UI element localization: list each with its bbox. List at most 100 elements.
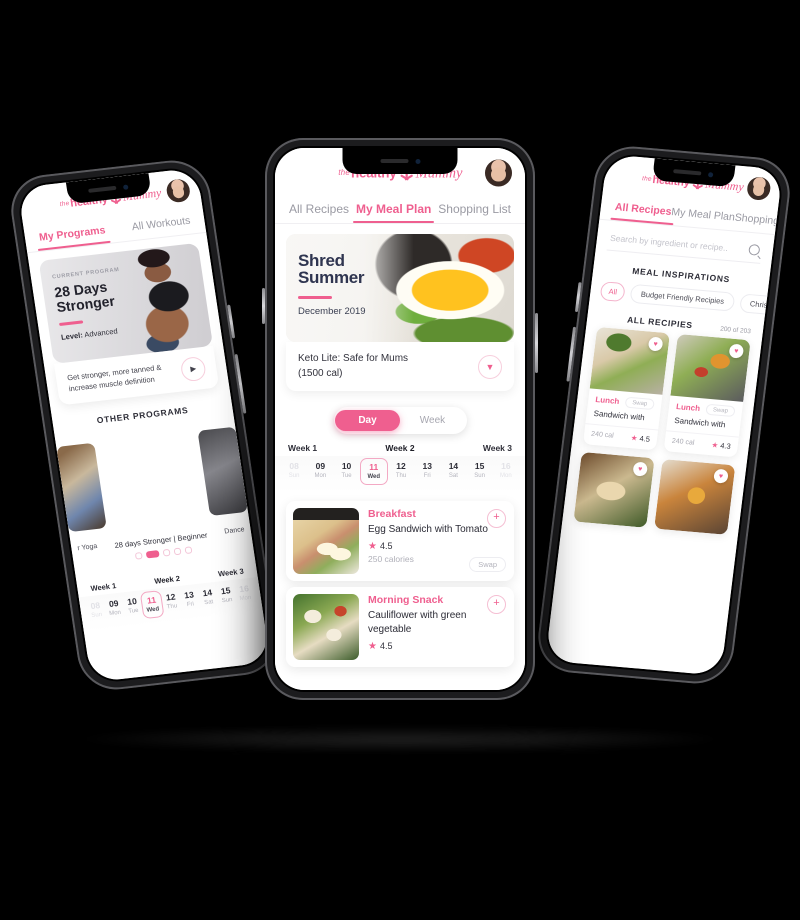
day-cell-selected[interactable]: 11 Wed bbox=[359, 458, 388, 485]
recipe-card[interactable]: ♥ Lunch Swap Sandwich with 240 cal ★ 4.3 bbox=[663, 333, 751, 458]
meal-photo bbox=[293, 507, 359, 574]
search-input[interactable]: Search by ingredient or recipe.. bbox=[610, 232, 729, 252]
tab-shopping-list[interactable]: Shopping List bbox=[438, 198, 511, 223]
day-cell[interactable]: 16 Mon bbox=[234, 580, 256, 608]
day-cell[interactable]: 12 Thu bbox=[388, 458, 414, 485]
current-program-card[interactable]: CURRENT PROGRAM 28 Days Stronger Level: … bbox=[38, 242, 214, 364]
tab-all-recipes[interactable]: All Recipes bbox=[613, 197, 672, 225]
chevron-down-icon[interactable]: ▼ bbox=[478, 354, 502, 379]
carousel-dot[interactable] bbox=[134, 552, 143, 560]
carousel-dot[interactable] bbox=[183, 546, 192, 555]
logo-the: the bbox=[58, 200, 70, 208]
carousel-dot[interactable] bbox=[162, 548, 171, 557]
other-programs-carousel[interactable] bbox=[55, 417, 250, 542]
recipe-rating: ★ 4.3 bbox=[711, 440, 732, 451]
avatar[interactable] bbox=[745, 176, 772, 201]
right-phone-power-button[interactable] bbox=[566, 326, 577, 382]
meal-photo bbox=[293, 593, 359, 660]
program-description: Get stronger, more tanned & increase mus… bbox=[66, 362, 162, 394]
plus-icon[interactable]: + bbox=[487, 508, 506, 528]
heart-icon[interactable]: ♥ bbox=[632, 461, 649, 477]
floor-glow bbox=[60, 726, 740, 752]
program-title: 28 Days Stronger bbox=[53, 278, 116, 314]
star-icon: ★ bbox=[711, 440, 719, 450]
left-phone-bezel: the healthy Mummy My Programs bbox=[15, 165, 273, 685]
program-rule bbox=[58, 320, 84, 326]
tab-my-meal-plan[interactable]: My Meal Plan bbox=[352, 198, 435, 223]
recipe-grid: ♥ Lunch Swap Sandwich with 240 cal ★4.5 bbox=[562, 326, 761, 536]
center-phone-notch bbox=[342, 148, 458, 174]
week-label-1: Week 1 bbox=[288, 443, 318, 453]
speaker-grille-icon bbox=[88, 185, 117, 193]
segment-week[interactable]: Week bbox=[400, 410, 465, 431]
left-phone-volume-button[interactable] bbox=[227, 304, 236, 339]
day-cell[interactable]: 13 Fri bbox=[414, 458, 440, 485]
carousel-dot[interactable] bbox=[173, 547, 182, 556]
right-phone-device: the healthy Mummy All Recipes bbox=[534, 143, 794, 687]
chevron-right-icon[interactable]: ▶ bbox=[179, 355, 207, 383]
recipe-photo: ♥ bbox=[573, 451, 655, 528]
carousel-dot-active[interactable] bbox=[145, 550, 160, 559]
tab-my-meal-plan[interactable]: My Meal Plan bbox=[670, 202, 736, 230]
left-phone-device: the healthy Mummy My Programs bbox=[6, 156, 282, 694]
program-level: Level: Advanced bbox=[60, 327, 118, 342]
hero-rule bbox=[298, 295, 332, 299]
tab-shopping-list[interactable]: Shopping List bbox=[733, 208, 783, 236]
recipe-photo: ♥ bbox=[654, 459, 736, 535]
front-camera-icon bbox=[415, 158, 420, 164]
week-label-2: Week 2 bbox=[385, 443, 415, 453]
right-phone-volume-button[interactable] bbox=[574, 282, 582, 313]
week-label-1: Week 1 bbox=[89, 581, 117, 593]
center-week-labels: Week 1 Week 2 Week 3 bbox=[275, 434, 525, 456]
star-icon: ★ bbox=[630, 433, 639, 443]
day-cell[interactable]: 16 Mon bbox=[493, 458, 519, 485]
carousel-label-yoga: r Yoga bbox=[77, 543, 98, 553]
center-phone-power-button[interactable] bbox=[535, 313, 538, 373]
plus-icon[interactable]: + bbox=[487, 594, 506, 614]
meal-rating-value: 4.5 bbox=[379, 641, 393, 652]
carousel-slide-stronger[interactable] bbox=[98, 422, 207, 537]
avatar[interactable] bbox=[165, 178, 192, 204]
tab-all-recipes[interactable]: All Recipes bbox=[289, 198, 349, 223]
segment-day[interactable]: Day bbox=[335, 410, 400, 431]
heart-icon[interactable]: ♥ bbox=[647, 336, 664, 352]
right-app-root: the healthy Mummy All Recipes bbox=[545, 154, 783, 676]
search-bar[interactable]: Search by ingredient or recipe.. bbox=[606, 226, 764, 264]
all-recipes-count: 200 of 203 bbox=[719, 325, 752, 336]
search-icon[interactable] bbox=[748, 243, 761, 256]
day-cell[interactable]: 10 Tue bbox=[333, 458, 359, 485]
left-phone-power-button[interactable] bbox=[234, 353, 247, 414]
swap-button[interactable]: Swap bbox=[469, 556, 506, 572]
recipe-card[interactable]: ♥ bbox=[654, 459, 736, 535]
recipe-calories: 240 cal bbox=[671, 437, 695, 447]
center-tabbar: All Recipes My Meal Plan Shopping List bbox=[275, 198, 525, 224]
center-phone-volume-button[interactable] bbox=[262, 288, 265, 324]
avatar[interactable] bbox=[485, 159, 512, 187]
recipe-card[interactable]: ♥ Lunch Swap Sandwich with 240 cal ★ 4.5 bbox=[582, 326, 671, 451]
carousel-slide-yoga[interactable] bbox=[56, 442, 107, 533]
day-cell[interactable]: 15 Sun bbox=[467, 458, 493, 485]
meal-rating: ★ 4.5 bbox=[368, 541, 507, 552]
meal-card[interactable]: Morning Snack Cauliflower with green veg… bbox=[286, 586, 514, 667]
day-cell[interactable]: 08 Sun bbox=[281, 458, 307, 485]
heart-icon[interactable]: ♥ bbox=[728, 343, 745, 359]
speaker-grille-icon bbox=[673, 169, 702, 176]
recipe-card[interactable]: ♥ bbox=[573, 451, 655, 528]
center-day-strip[interactable]: 08 Sun 09 Mon 10 Tue 11 Wed 12 Thu 13 Fri 14 Sa… bbox=[275, 456, 525, 492]
day-cell[interactable]: 09 Mon bbox=[307, 458, 333, 485]
day-cell[interactable]: 14 Sat bbox=[440, 458, 466, 485]
plan-calories: (1500 cal) bbox=[298, 367, 343, 379]
logo-the: the bbox=[641, 175, 652, 183]
chip-all[interactable]: All bbox=[599, 281, 627, 303]
recipe-photo: ♥ bbox=[589, 326, 671, 395]
meal-card[interactable]: Breakfast Egg Sandwich with Tomato ★ 4.5… bbox=[286, 500, 514, 581]
center-phone-bezel: the healthy Mummy All Recipes bbox=[273, 146, 527, 692]
hero-date: December 2019 bbox=[298, 305, 366, 317]
meal-plan-hero[interactable]: Shred Summer December 2019 bbox=[286, 234, 514, 342]
recipe-rating: ★ 4.5 bbox=[630, 433, 651, 444]
plan-selector-row[interactable]: Keto Lite: Safe for Mums (1500 cal) ▼ bbox=[286, 342, 514, 391]
carousel-slide-dance[interactable] bbox=[197, 426, 248, 517]
heart-icon[interactable]: ♥ bbox=[713, 468, 729, 484]
day-week-segmented-control[interactable]: Day Week bbox=[333, 407, 467, 434]
meal-rating-value: 4.5 bbox=[379, 541, 393, 552]
